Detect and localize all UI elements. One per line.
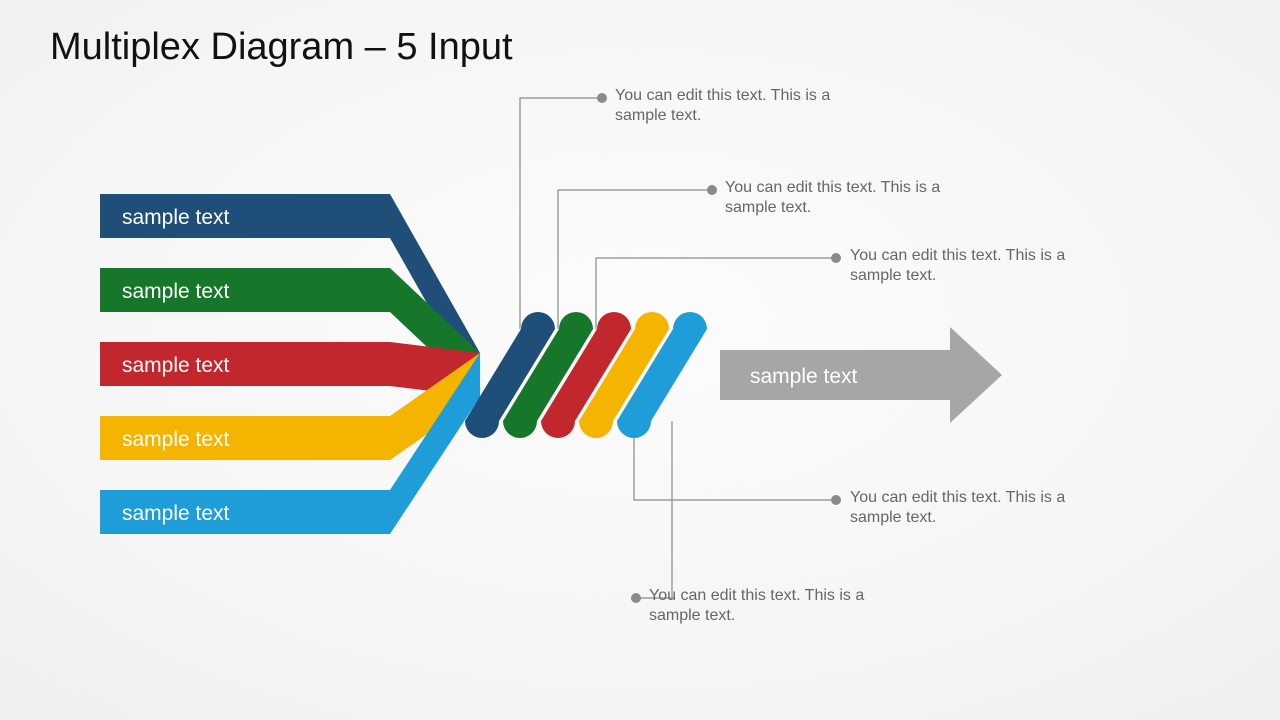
arrow-label: sample text	[750, 365, 858, 388]
callout-leader-3	[596, 258, 836, 329]
input-bar-3-label: sample text	[122, 354, 230, 377]
callout-text-3: You can edit this text. This is a sample…	[850, 246, 1110, 286]
callout-dot-2	[707, 185, 717, 195]
callout-dot-1	[597, 93, 607, 103]
callout-leader-4	[634, 421, 836, 500]
input-bar-1-label: sample text	[122, 206, 230, 229]
callout-leader-5	[636, 421, 672, 598]
callout-text-5: You can edit this text. This is a sample…	[649, 586, 909, 626]
callout-dot-5	[631, 593, 641, 603]
callout-dot-3	[831, 253, 841, 263]
callout-leader-2	[558, 190, 712, 329]
callout-text-2: You can edit this text. This is a sample…	[725, 178, 985, 218]
callout-text-1: You can edit this text. This is a sample…	[615, 86, 875, 126]
input-bar-5-label: sample text	[122, 502, 230, 525]
input-bar-4-label: sample text	[122, 428, 230, 451]
callout-leader-1	[520, 98, 602, 329]
callout-text-4: You can edit this text. This is a sample…	[850, 488, 1110, 528]
input-bar-2-label: sample text	[122, 280, 230, 303]
callout-dot-4	[831, 495, 841, 505]
